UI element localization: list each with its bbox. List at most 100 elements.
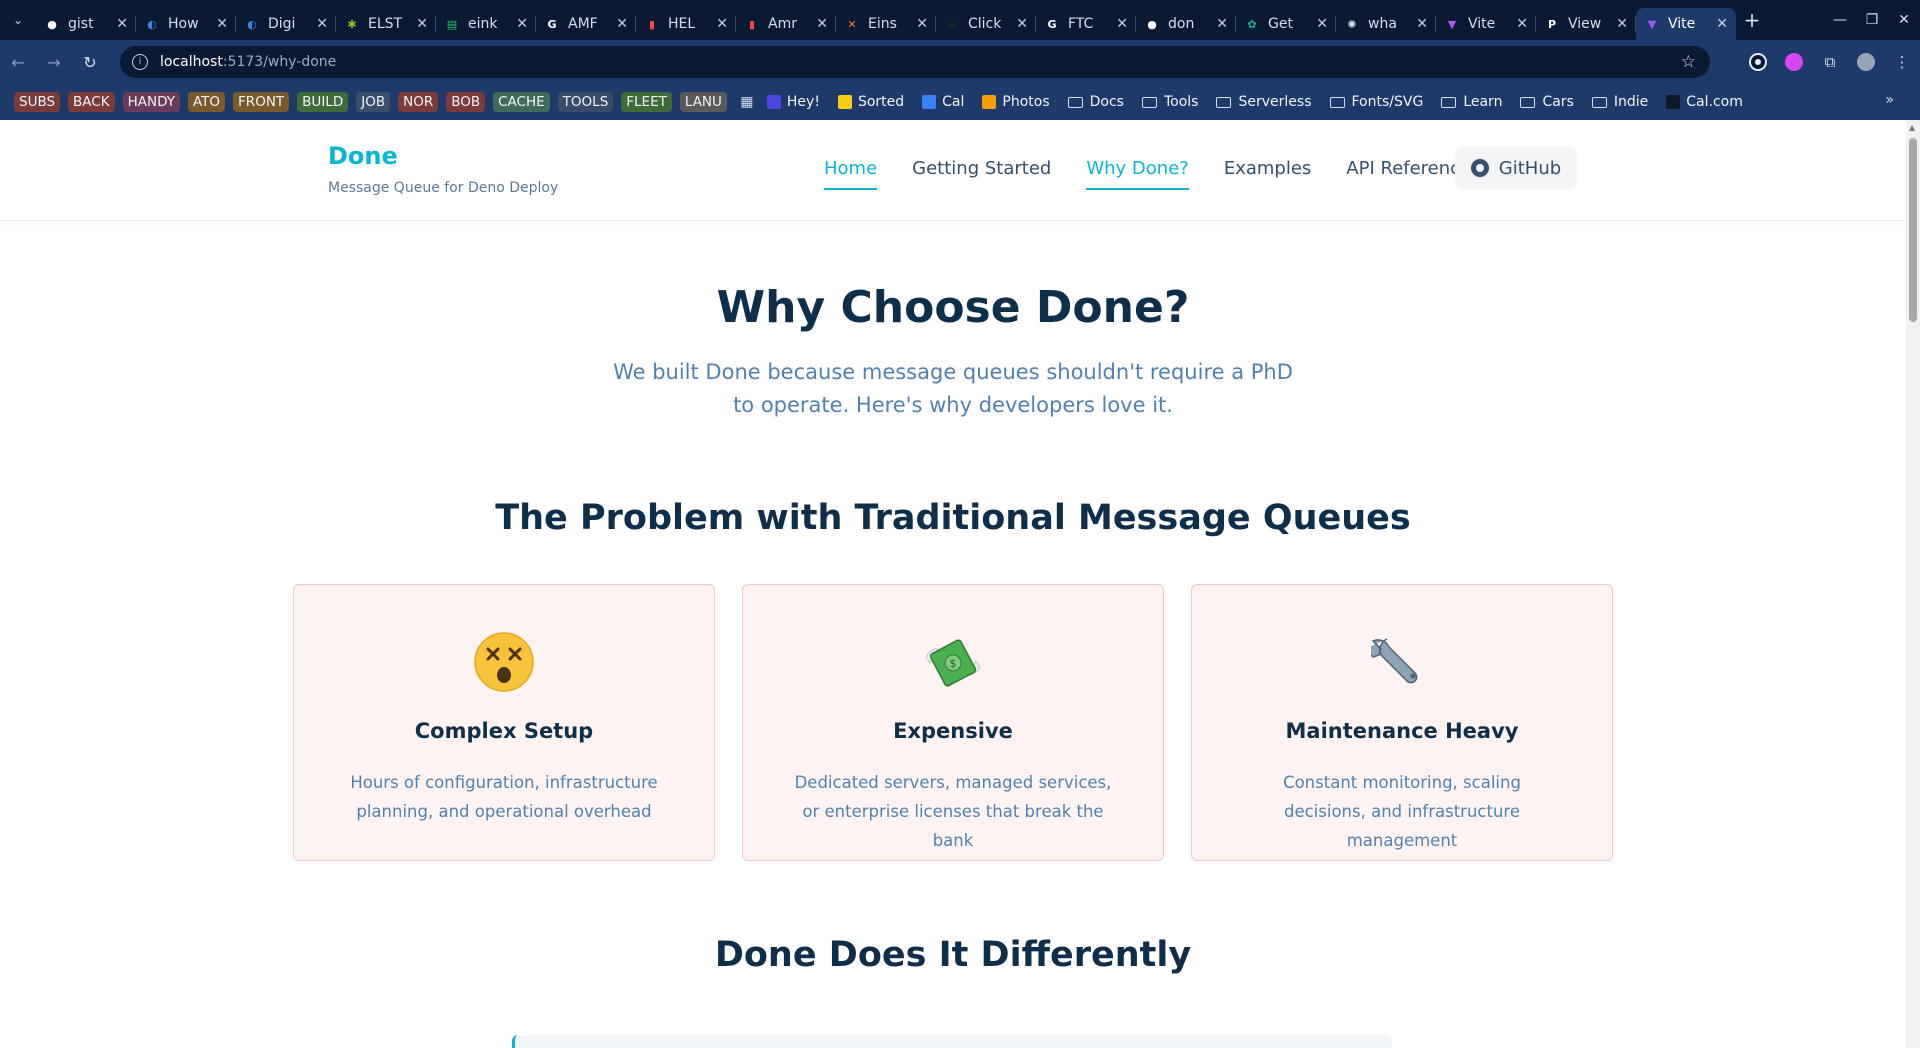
- scroll-up-icon[interactable]: ▲: [1909, 123, 1915, 132]
- bookmark-link[interactable]: Photos: [982, 94, 1050, 110]
- browser-tab[interactable]: P View ✕: [1536, 8, 1636, 40]
- bookmark-folder[interactable]: Learn: [1441, 94, 1502, 110]
- browser-tab[interactable]: ▤ eink ✕: [436, 8, 536, 40]
- apps-grid-icon[interactable]: ▦: [735, 94, 759, 110]
- url-path: :5173/why-done: [222, 54, 337, 70]
- close-window-icon[interactable]: ✕: [1888, 12, 1920, 28]
- close-tab-icon[interactable]: ✕: [1116, 16, 1128, 32]
- nav-link[interactable]: Examples: [1224, 158, 1311, 190]
- browser-tab[interactable]: ▪ Click ✕: [936, 8, 1036, 40]
- nav-link[interactable]: Home: [824, 158, 878, 190]
- nav-link[interactable]: Why Done?: [1086, 158, 1189, 190]
- close-tab-icon[interactable]: ✕: [1416, 16, 1428, 32]
- brand[interactable]: Done Message Queue for Deno Deploy: [328, 142, 558, 196]
- forward-icon[interactable]: →: [36, 53, 72, 72]
- bookmark-tag[interactable]: JOB: [356, 92, 391, 112]
- browser-tab[interactable]: ▮ Amr ✕: [736, 8, 836, 40]
- brand-name[interactable]: Done: [328, 142, 398, 170]
- bookmark-link[interactable]: Hey!: [766, 94, 820, 110]
- tab-search-icon[interactable]: ⌄: [0, 0, 36, 40]
- site-info-icon[interactable]: i: [132, 54, 148, 70]
- browser-tab[interactable]: ✿ Get ✕: [1236, 8, 1336, 40]
- hero-subtitle: We built Done because message queues sho…: [613, 360, 1293, 417]
- bookmark-star-icon[interactable]: ☆: [1681, 52, 1696, 72]
- browser-tab[interactable]: ✕ Eins ✕: [836, 8, 936, 40]
- browser-tab[interactable]: G AMF ✕: [536, 8, 636, 40]
- bookmark-folder[interactable]: Serverless: [1216, 94, 1312, 110]
- close-tab-icon[interactable]: ✕: [816, 16, 828, 32]
- bookmark-tag[interactable]: BOB: [446, 92, 486, 112]
- bookmark-tag[interactable]: ATO: [187, 92, 226, 112]
- close-tab-icon[interactable]: ✕: [1316, 16, 1328, 32]
- browser-tab[interactable]: ✱ ELST ✕: [336, 8, 436, 40]
- nav-link[interactable]: Getting Started: [912, 158, 1051, 190]
- bookmark-folder[interactable]: Tools: [1141, 94, 1198, 110]
- browser-menu-icon[interactable]: ⋮: [1884, 53, 1920, 71]
- close-tab-icon[interactable]: ✕: [316, 16, 328, 32]
- bookmark-tag[interactable]: HANDY: [122, 92, 180, 112]
- bookmark-tag[interactable]: FLEET: [621, 92, 672, 112]
- close-tab-icon[interactable]: ✕: [416, 16, 428, 32]
- close-tab-icon[interactable]: ✕: [516, 16, 528, 32]
- bookmark-link[interactable]: Cal: [922, 94, 964, 110]
- site-header: Done Message Queue for Deno Deploy Home G…: [0, 120, 1906, 221]
- tab-title: Amr: [768, 16, 797, 32]
- close-tab-icon[interactable]: ✕: [1516, 16, 1528, 32]
- close-tab-icon[interactable]: ✕: [616, 16, 628, 32]
- close-tab-icon[interactable]: ✕: [716, 16, 728, 32]
- close-tab-icon[interactable]: ✕: [916, 16, 928, 32]
- brand-tagline: Message Queue for Deno Deploy: [328, 180, 559, 196]
- bookmark-folder[interactable]: Indie: [1591, 94, 1648, 110]
- new-tab-button[interactable]: +: [1736, 8, 1768, 32]
- bookmark-tag[interactable]: SUBS: [14, 92, 61, 112]
- close-tab-icon[interactable]: ✕: [1016, 16, 1028, 32]
- browser-tab[interactable]: ▮ HEL ✕: [636, 8, 736, 40]
- nav-link[interactable]: API Reference: [1346, 158, 1471, 190]
- extension-pink-icon[interactable]: [1776, 53, 1812, 71]
- browser-tab[interactable]: ◐ Digi ✕: [236, 8, 336, 40]
- close-tab-icon[interactable]: ✕: [1216, 16, 1228, 32]
- profile-avatar[interactable]: [1848, 53, 1884, 71]
- bookmark-folder[interactable]: Docs: [1067, 94, 1124, 110]
- address-bar[interactable]: i localhost:5173/why-done ☆: [120, 46, 1710, 78]
- extensions-row: ⧉ ⋮: [1740, 40, 1920, 84]
- close-tab-icon[interactable]: ✕: [216, 16, 228, 32]
- bookmark-folder[interactable]: Fonts/SVG: [1329, 94, 1423, 110]
- bookmark-tag[interactable]: BACK: [68, 92, 115, 112]
- svg-text:$: $: [950, 657, 957, 670]
- close-tab-icon[interactable]: ✕: [116, 16, 128, 32]
- password-manager-icon[interactable]: [1740, 55, 1776, 69]
- reload-icon[interactable]: ↻: [72, 53, 108, 72]
- browser-tab[interactable]: ✺ wha ✕: [1336, 8, 1436, 40]
- page-scrollbar[interactable]: ▲: [1906, 120, 1920, 1048]
- minimize-icon[interactable]: —: [1824, 12, 1856, 28]
- close-tab-icon[interactable]: ✕: [1716, 16, 1728, 32]
- browser-tab[interactable]: ● gist ✕: [36, 8, 136, 40]
- money-wings-icon: $: [743, 631, 1163, 693]
- scrollbar-thumb[interactable]: [1909, 138, 1917, 322]
- browser-tab[interactable]: ● don ✕: [1136, 8, 1236, 40]
- bookmark-link[interactable]: Sorted: [837, 94, 904, 110]
- close-tab-icon[interactable]: ✕: [1616, 16, 1628, 32]
- more-bookmarks-icon[interactable]: »: [1885, 92, 1894, 108]
- folder-icon: [1591, 96, 1607, 108]
- bookmark-tag[interactable]: BUILD: [297, 92, 349, 112]
- browser-tab[interactable]: G FTC ✕: [1036, 8, 1136, 40]
- restore-icon[interactable]: ❐: [1856, 12, 1888, 28]
- bookmark-link[interactable]: Cal.com: [1666, 94, 1743, 110]
- back-icon[interactable]: ←: [0, 53, 36, 72]
- bookmark-tag[interactable]: NOR: [398, 92, 439, 112]
- bookmark-folder[interactable]: Cars: [1520, 94, 1574, 110]
- github-button[interactable]: GitHub: [1455, 146, 1577, 190]
- browser-toolbar: ← → ↻ i localhost:5173/why-done ☆ ⧉ ⋮: [0, 40, 1920, 84]
- bookmark-tag[interactable]: LANU: [679, 92, 727, 112]
- browser-tab[interactable]: ▼ Vite ✕: [1436, 8, 1536, 40]
- folder-icon: [1067, 96, 1083, 108]
- bookmark-tag[interactable]: TOOLS: [557, 92, 614, 112]
- tab-title: Get: [1268, 16, 1293, 32]
- extensions-puzzle-icon[interactable]: ⧉: [1812, 53, 1848, 71]
- browser-tab[interactable]: ▼ Vite ✕: [1636, 8, 1736, 40]
- bookmark-tag[interactable]: FRONT: [233, 92, 290, 112]
- bookmark-tag[interactable]: CACHE: [493, 92, 550, 112]
- browser-tab[interactable]: ◐ How ✕: [136, 8, 236, 40]
